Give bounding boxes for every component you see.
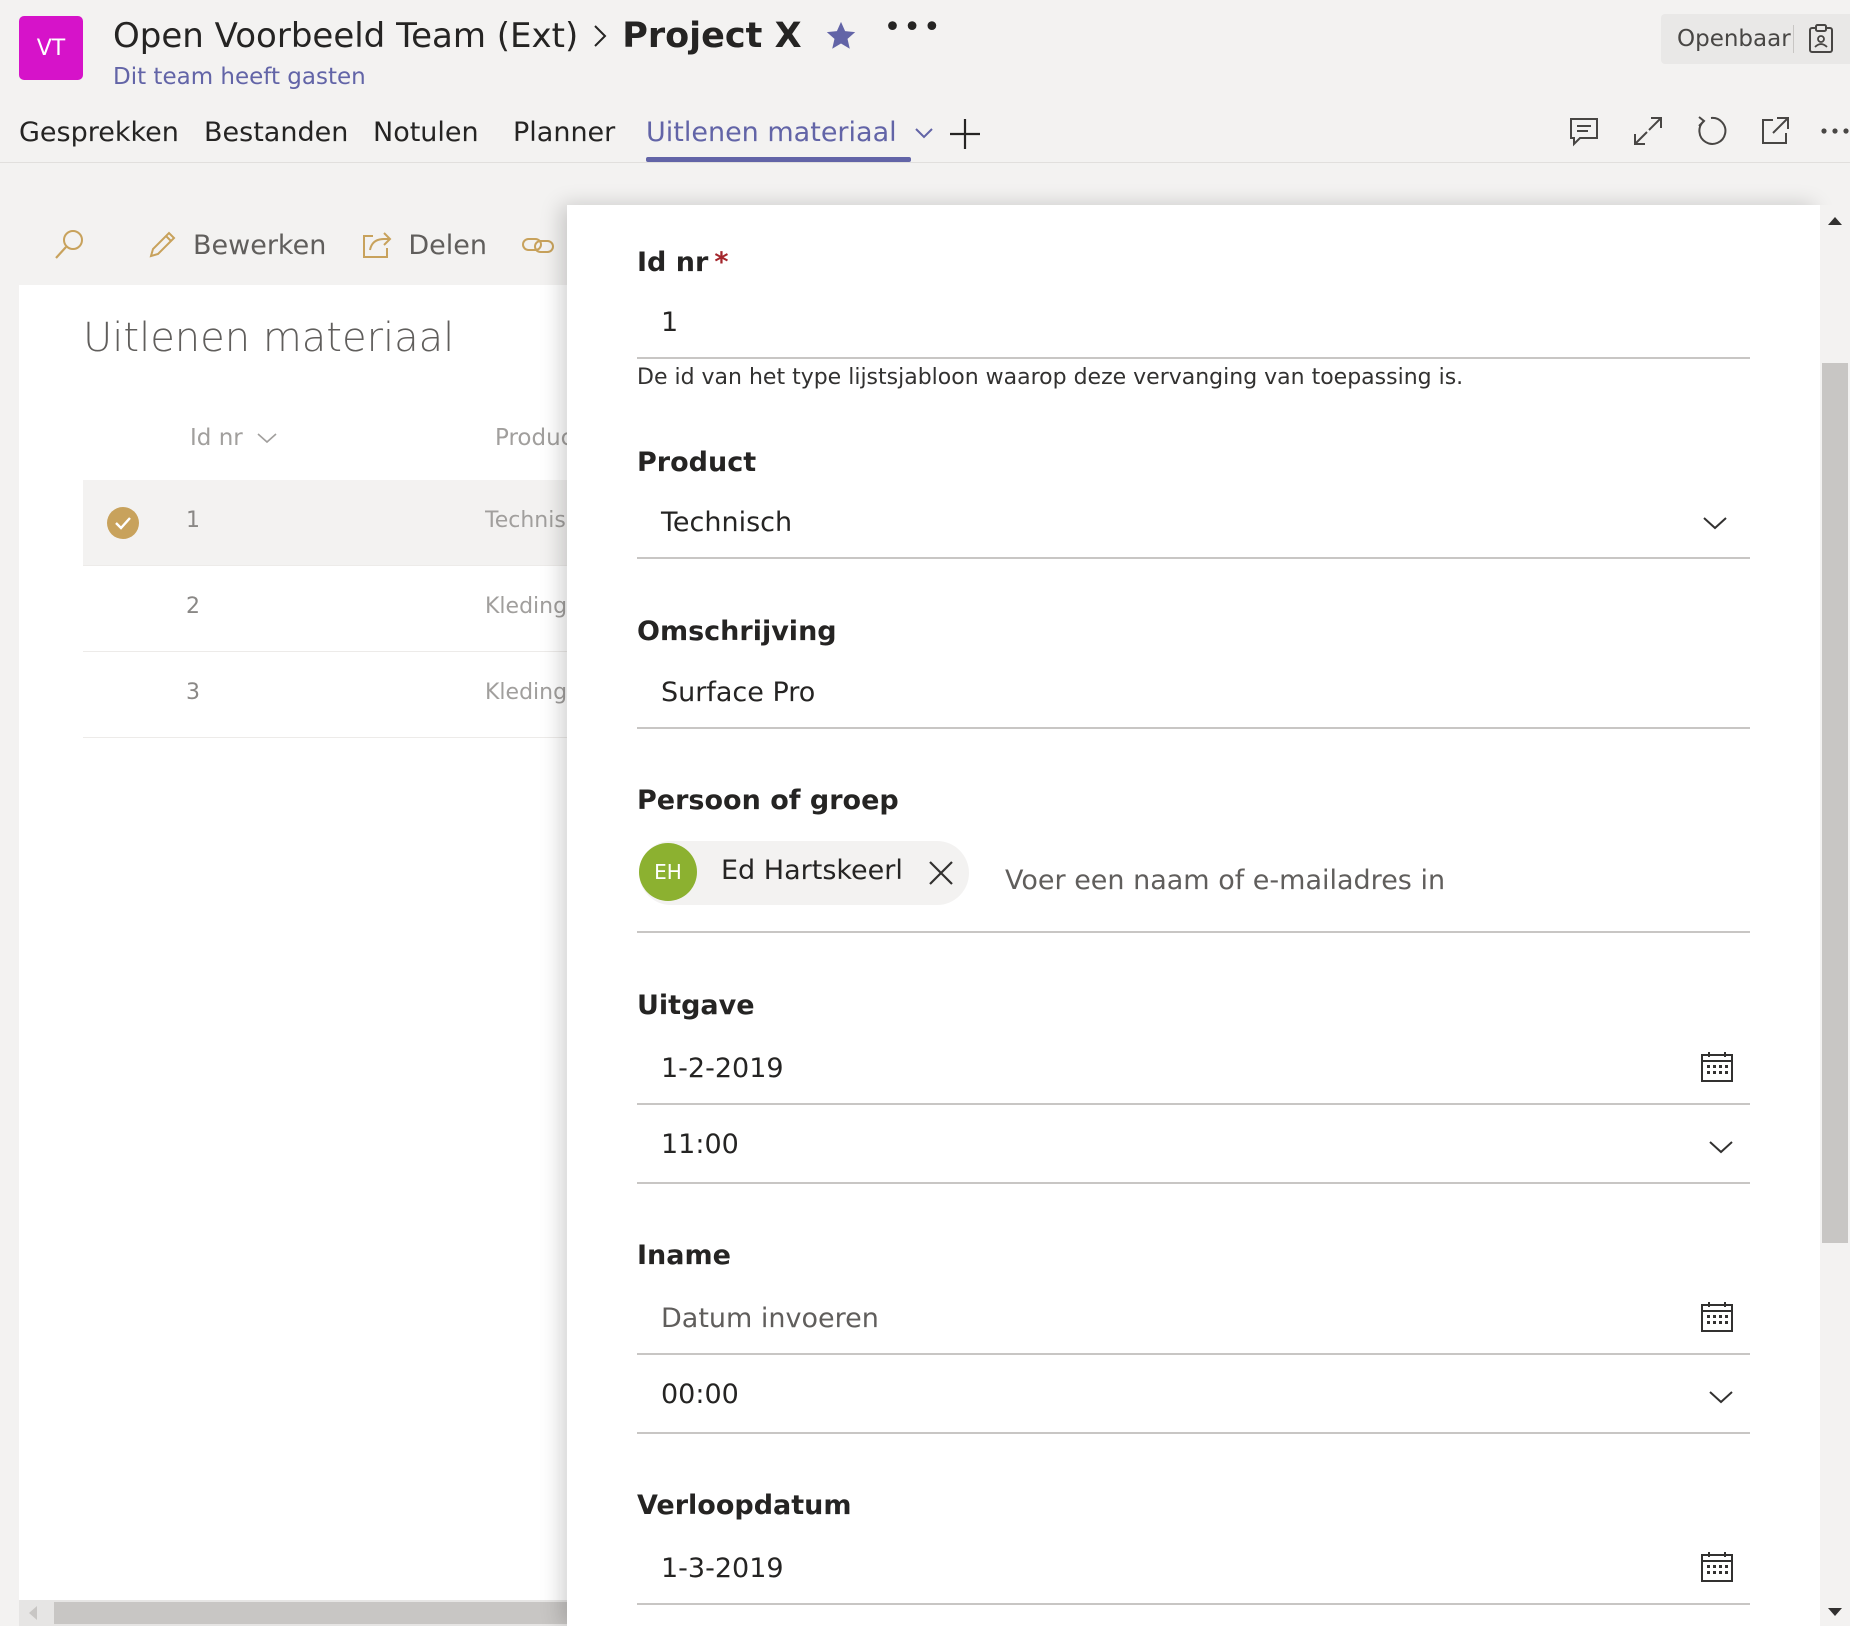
scrollbar-thumb[interactable]	[1822, 363, 1848, 1243]
id-field-help: De id van het type lijstsjabloon waarop …	[637, 365, 1464, 390]
open-external-icon[interactable]	[1757, 113, 1793, 149]
cell-id: 2	[186, 594, 200, 619]
chevron-down-icon[interactable]	[1708, 1389, 1734, 1409]
calendar-icon[interactable]	[1700, 1301, 1734, 1337]
intake-date-placeholder: Datum invoeren	[661, 1303, 879, 1334]
pencil-icon	[149, 231, 176, 258]
chevron-down-icon[interactable]	[915, 108, 933, 154]
issue-time-dropdown[interactable]: 11:00	[637, 1105, 1750, 1184]
issue-date-picker[interactable]: 1-2-2019	[637, 1037, 1750, 1105]
cell-id: 1	[186, 508, 200, 533]
calendar-icon[interactable]	[1700, 1051, 1734, 1087]
scroll-up-icon[interactable]	[1828, 217, 1842, 225]
chevron-down-icon[interactable]	[1708, 1139, 1734, 1159]
more-options-icon[interactable]: •••	[884, 13, 943, 43]
list-view: Uitlenen materiaal Id nr Product 1 Techn…	[19, 285, 585, 1600]
id-field-label: Id nr *	[637, 247, 728, 278]
issue-field-label: Uitgave	[637, 990, 755, 1021]
people-picker-input[interactable]: Voer een naam of e-mailadres in	[1005, 865, 1445, 896]
channel-name: Project X	[622, 16, 802, 56]
intake-time-value: 00:00	[661, 1379, 739, 1410]
product-value: Technisch	[661, 507, 793, 538]
close-icon[interactable]	[927, 859, 955, 887]
product-dropdown[interactable]: Technisch	[637, 491, 1750, 559]
id-field[interactable]: 1	[637, 293, 1750, 359]
product-field-label: Product	[637, 447, 757, 478]
table-row[interactable]: 2 Kleding	[83, 566, 585, 652]
tab-label: Uitlenen materiaal	[646, 117, 897, 148]
check-circle-icon[interactable]	[107, 507, 139, 539]
expand-icon[interactable]	[1630, 113, 1666, 149]
list-command-bar: Bewerken Delen K	[19, 205, 587, 285]
tab-uitlenen-materiaal[interactable]: Uitlenen materiaal	[646, 110, 933, 162]
calendar-icon[interactable]	[1700, 1551, 1734, 1587]
breadcrumb: Open Voorbeeld Team (Ext) Project X •••	[113, 13, 943, 58]
edit-button-label: Bewerken	[193, 229, 327, 261]
expiry-date-value: 1-3-2019	[661, 1553, 784, 1584]
chevron-down-icon	[257, 433, 277, 444]
visibility-label: Openbaar	[1677, 26, 1791, 52]
edit-button[interactable]: Bewerken	[145, 228, 326, 262]
link-icon	[521, 238, 554, 253]
tab-notulen[interactable]: Notulen	[373, 110, 479, 162]
list-title: Uitlenen materiaal	[83, 315, 455, 361]
description-input[interactable]: Surface Pro	[637, 661, 1750, 729]
description-value: Surface Pro	[661, 677, 816, 708]
scroll-left-icon[interactable]	[29, 1606, 37, 1620]
clipboard-icon[interactable]	[1808, 24, 1834, 54]
share-button-label: Delen	[408, 229, 487, 261]
edit-item-panel: Id nr * 1 De id van het type lijstsjabloo…	[567, 205, 1820, 1626]
people-picker[interactable]: EH Ed Hartskeerl Voer een naam of e-mail…	[637, 833, 1750, 933]
vertical-scrollbar[interactable]	[1820, 205, 1850, 1626]
intake-date-picker[interactable]: Datum invoeren	[637, 1287, 1750, 1355]
chevron-down-icon[interactable]	[1702, 515, 1728, 535]
intake-time-dropdown[interactable]: 00:00	[637, 1355, 1750, 1434]
id-field-value: 1	[661, 307, 679, 338]
more-options-icon[interactable]	[1818, 113, 1850, 149]
table-row[interactable]: 1 Technisch	[83, 480, 585, 566]
chevron-right-icon	[578, 21, 622, 51]
team-name[interactable]: Open Voorbeeld Team (Ext)	[113, 16, 578, 56]
description-field-label: Omschrijving	[637, 616, 837, 647]
search-icon[interactable]	[51, 227, 101, 263]
persona-chip[interactable]: EH Ed Hartskeerl	[639, 841, 969, 905]
expiry-date-picker[interactable]: 1-3-2019	[637, 1537, 1750, 1605]
tab-bestanden[interactable]: Bestanden	[204, 110, 348, 162]
issue-time-value: 11:00	[661, 1129, 739, 1160]
avatar: EH	[639, 843, 697, 901]
id-label-text: Id nr	[637, 247, 709, 278]
scrollbar-thumb[interactable]	[54, 1602, 585, 1624]
required-indicator: *	[714, 247, 729, 278]
add-tab-icon[interactable]	[945, 114, 985, 154]
table-row[interactable]: 3 Kleding	[83, 652, 585, 738]
issue-date-value: 1-2-2019	[661, 1053, 784, 1084]
reload-icon[interactable]	[1693, 113, 1729, 149]
favorite-star-icon[interactable]	[824, 19, 858, 53]
conversation-icon[interactable]	[1566, 113, 1602, 149]
horizontal-scrollbar[interactable]	[19, 1600, 585, 1626]
tab-gesprekken[interactable]: Gesprekken	[19, 110, 179, 162]
divider	[1793, 25, 1794, 53]
share-button[interactable]: Delen	[360, 228, 487, 262]
person-field-label: Persoon of groep	[637, 785, 899, 816]
guests-note[interactable]: Dit team heeft gasten	[113, 64, 366, 90]
cell-id: 3	[186, 680, 200, 705]
column-header-label: Id nr	[190, 425, 243, 451]
tab-planner[interactable]: Planner	[513, 110, 615, 162]
column-header-id[interactable]: Id nr	[190, 425, 278, 451]
intake-field-label: Iname	[637, 1240, 731, 1271]
visibility-indicator: Openbaar	[1661, 14, 1850, 64]
persona-name: Ed Hartskeerl	[721, 855, 903, 886]
team-avatar[interactable]: VT	[19, 16, 83, 80]
expiry-field-label: Verloopdatum	[637, 1490, 852, 1521]
divider	[0, 162, 1850, 163]
share-icon	[363, 232, 392, 258]
scroll-down-icon[interactable]	[1828, 1608, 1842, 1616]
